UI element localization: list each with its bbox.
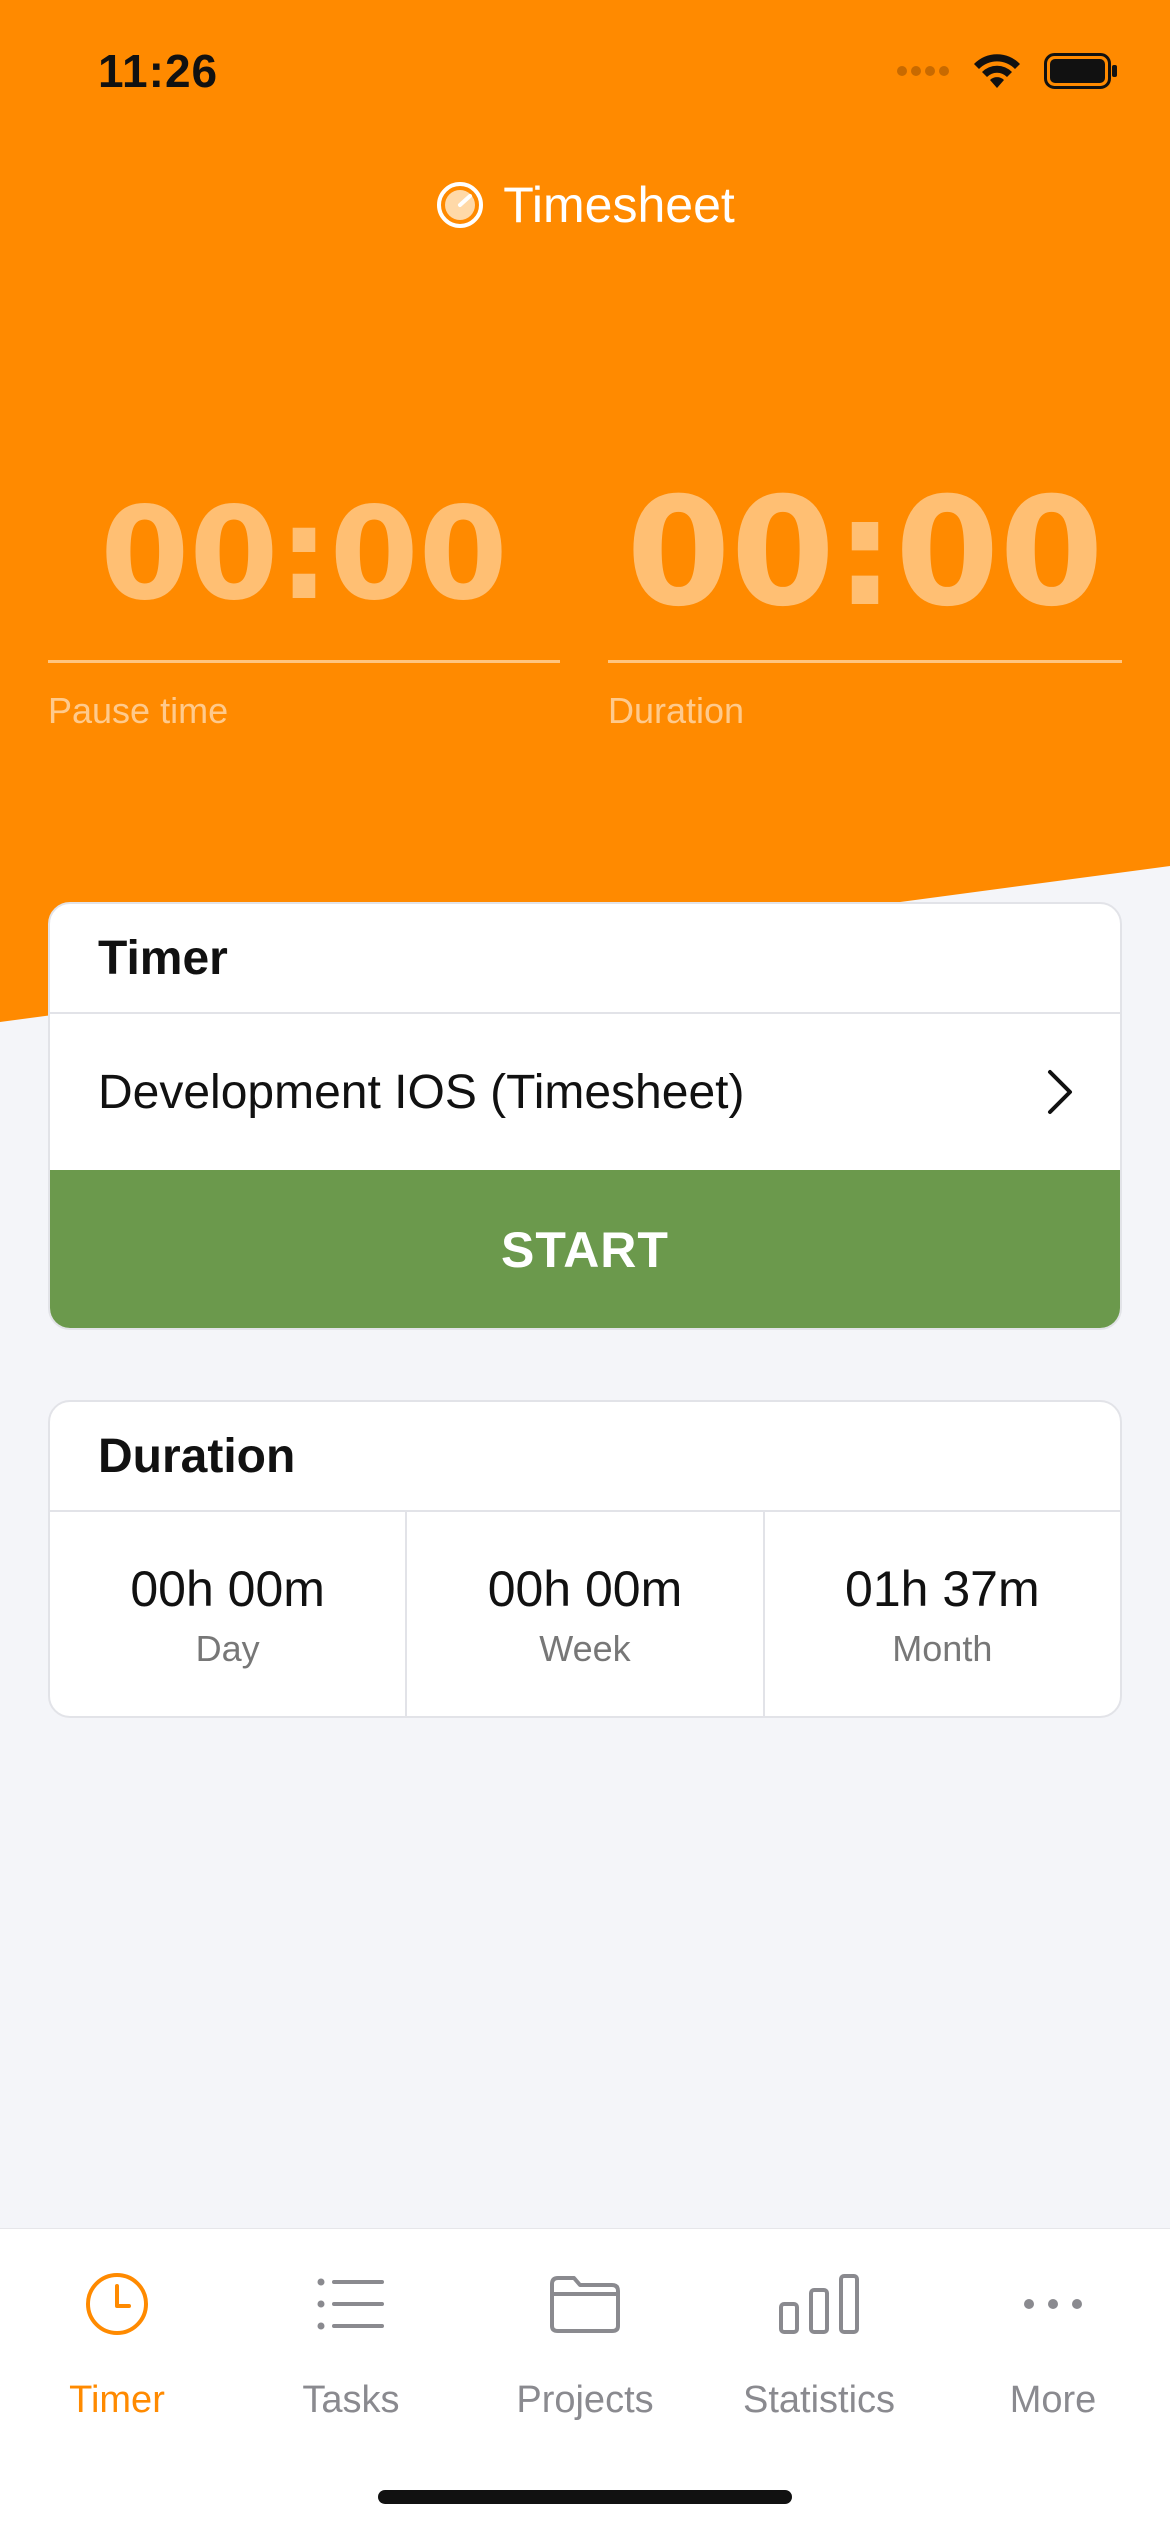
duration-week: 00h 00m Week bbox=[407, 1512, 765, 1716]
tab-projects[interactable]: Projects bbox=[468, 2259, 702, 2449]
duration-day: 00h 00m Day bbox=[50, 1512, 408, 1716]
duration-value: 00:00 bbox=[626, 466, 1104, 640]
tab-tasks-label: Tasks bbox=[302, 2379, 400, 2421]
duration-week-label: Week bbox=[539, 1628, 631, 1669]
duration-day-label: Day bbox=[195, 1628, 260, 1669]
duration-month-value: 01h 37m bbox=[845, 1561, 1040, 1617]
tab-statistics-label: Statistics bbox=[742, 2379, 896, 2421]
duration-week-value: 00h 00m bbox=[487, 1561, 683, 1617]
speedometer-icon bbox=[437, 182, 484, 228]
tab-timer[interactable]: Timer bbox=[0, 2259, 234, 2449]
app-title: Timesheet bbox=[0, 176, 1170, 234]
more-icon bbox=[1008, 2259, 1098, 2349]
tab-bar: Timer Tasks Projects Statistics More bbox=[0, 2228, 1170, 2532]
duration-card: Duration 00h 00m Day 00h 00m Week 01h 37… bbox=[48, 1400, 1122, 1718]
folder-icon bbox=[540, 2259, 630, 2349]
clock-icon bbox=[72, 2259, 162, 2349]
duration-card-title: Duration bbox=[50, 1402, 1120, 1512]
home-indicator bbox=[378, 2490, 792, 2504]
list-icon bbox=[306, 2259, 396, 2349]
start-button[interactable]: START bbox=[50, 1170, 1120, 1328]
duration-month: 01h 37m Month bbox=[765, 1512, 1120, 1716]
tab-timer-label: Timer bbox=[69, 2379, 165, 2421]
tab-more-label: More bbox=[1009, 2379, 1097, 2421]
app-title-text: Timesheet bbox=[503, 177, 735, 233]
cellular-signal-icon bbox=[897, 66, 949, 76]
pause-time-display: 00:00 Pause time bbox=[48, 440, 560, 750]
duration-month-label: Month bbox=[892, 1628, 993, 1669]
pause-time-label: Pause time bbox=[48, 690, 229, 731]
status-bar: 11:26 bbox=[0, 0, 1170, 140]
task-selector[interactable]: Development IOS (Timesheet) bbox=[50, 1014, 1120, 1170]
bar-chart-icon bbox=[774, 2259, 864, 2349]
timer-card-title: Timer bbox=[50, 904, 1120, 1014]
task-name: Development IOS (Timesheet) bbox=[98, 1065, 745, 1119]
duration-stats: 00h 00m Day 00h 00m Week 01h 37m Month bbox=[50, 1512, 1120, 1716]
status-time: 11:26 bbox=[98, 45, 219, 97]
tab-tasks[interactable]: Tasks bbox=[234, 2259, 468, 2449]
status-icons bbox=[896, 52, 1118, 90]
tab-statistics[interactable]: Statistics bbox=[702, 2259, 936, 2449]
tab-more[interactable]: More bbox=[936, 2259, 1170, 2449]
pause-time-value: 00:00 bbox=[100, 480, 508, 629]
pause-time-underline bbox=[48, 660, 560, 663]
battery-icon bbox=[1044, 53, 1117, 89]
duration-display: 00:00 Duration bbox=[608, 440, 1122, 750]
duration-underline bbox=[608, 660, 1122, 663]
chevron-right-icon bbox=[1048, 1070, 1072, 1114]
wifi-icon bbox=[974, 54, 1020, 88]
tab-projects-label: Projects bbox=[516, 2379, 654, 2421]
duration-label: Duration bbox=[608, 690, 745, 731]
duration-day-value: 00h 00m bbox=[130, 1561, 325, 1617]
timer-card: Timer Development IOS (Timesheet) START bbox=[48, 902, 1122, 1330]
